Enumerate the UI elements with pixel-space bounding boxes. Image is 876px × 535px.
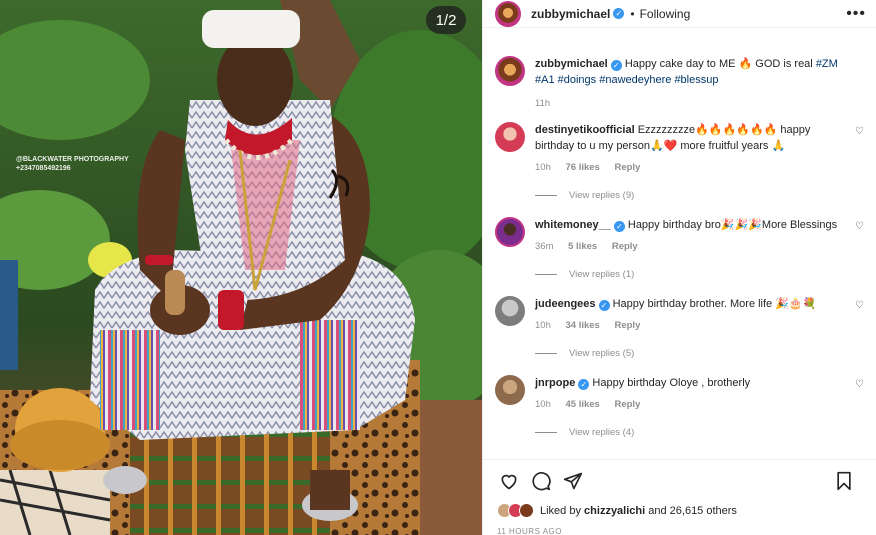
comment-username[interactable]: jnrpope	[535, 377, 575, 389]
view-replies[interactable]: View replies (9)	[535, 190, 864, 201]
comment-time: 36m	[535, 241, 554, 252]
view-replies[interactable]: View replies (5)	[535, 348, 864, 359]
comments-list[interactable]: zubbymichael ✓ Happy cake day to ME 🔥 GOD…	[483, 44, 876, 458]
comment-like-heart-icon[interactable]: ♡	[855, 300, 864, 311]
caption-text: Happy cake day to ME 🔥 GOD is real	[624, 58, 813, 70]
photo-illustration	[0, 0, 482, 535]
verified-badge-icon: ✓	[610, 60, 622, 71]
comment-likes[interactable]: 76 likes	[566, 162, 600, 173]
verified-badge-icon: ✓	[613, 221, 625, 232]
comment-item: destinyetikoofficial Ezzzzzzzze🔥🔥🔥🔥🔥🔥 ha…	[495, 122, 864, 176]
comment-likes[interactable]: 5 likes	[568, 241, 597, 252]
watermark-line1: @BLACKWATER PHOTOGRAPHY	[16, 156, 129, 163]
caption: zubbymichael ✓ Happy cake day to ME 🔥 GOD…	[495, 56, 864, 112]
view-replies-label[interactable]: View replies (9)	[569, 190, 634, 201]
replies-line	[535, 274, 557, 275]
comment-time: 10h	[535, 162, 551, 173]
separator-dot: •	[630, 6, 635, 21]
comment-icon[interactable]	[529, 469, 553, 493]
liked-by: Liked by chizzyalichi and 26,615 others	[497, 503, 737, 518]
comment-like-heart-icon[interactable]: ♡	[855, 221, 864, 232]
view-replies-label[interactable]: View replies (4)	[569, 427, 634, 438]
comment-item: judeengees ✓ Happy birthday brother. More…	[495, 296, 864, 334]
comment-like-heart-icon[interactable]: ♡	[855, 379, 864, 390]
comment-meta: 36m 5 likes Reply	[535, 239, 845, 255]
verified-badge-icon: ✓	[598, 300, 610, 311]
comment-body: jnrpope ✓ Happy birthday Oloye , brotherl…	[535, 375, 845, 413]
view-replies-label[interactable]: View replies (5)	[569, 348, 634, 359]
liked-by-avatars	[497, 503, 534, 518]
comment-text: Happy birthday Oloye , brotherly	[592, 377, 751, 389]
commenter-avatar[interactable]	[495, 375, 525, 405]
commenter-avatar[interactable]	[495, 217, 525, 247]
comment-body: judeengees ✓ Happy birthday brother. More…	[535, 296, 845, 334]
comment-username[interactable]: whitemoney__	[535, 219, 611, 231]
caption-time: 11h	[535, 98, 551, 109]
comment-body: whitemoney__ ✓ Happy birthday bro🎉🎉🎉More …	[535, 217, 845, 255]
share-icon[interactable]	[561, 469, 585, 493]
bookmark-icon[interactable]	[832, 469, 856, 493]
replies-line	[535, 195, 557, 196]
comment-likes[interactable]: 45 likes	[566, 399, 600, 410]
commenter-avatar[interactable]	[495, 296, 525, 326]
comment-username[interactable]: destinyetikoofficial	[535, 124, 635, 136]
more-options-icon[interactable]: •••	[846, 5, 866, 23]
caption-body: zubbymichael ✓ Happy cake day to ME 🔥 GOD…	[535, 56, 845, 112]
image-counter: 1/2	[426, 6, 466, 34]
image-watermark: @BLACKWATER PHOTOGRAPHY +2347085492196	[16, 155, 129, 173]
reply-button[interactable]: Reply	[614, 320, 640, 331]
liked-by-user[interactable]: chizzyalichi	[584, 505, 645, 517]
verified-badge-icon: ✓	[578, 379, 590, 390]
caption-username[interactable]: zubbymichael	[535, 58, 608, 70]
caption-avatar[interactable]	[495, 56, 525, 86]
liked-by-prefix: Liked by	[540, 504, 581, 517]
following-button[interactable]: Following	[640, 7, 691, 21]
comment-like-heart-icon[interactable]: ♡	[855, 126, 864, 137]
liker-avatar	[519, 503, 534, 518]
replies-line	[535, 353, 557, 354]
caption-meta: 11h	[535, 96, 845, 112]
comment-meta: 10h 34 likes Reply	[535, 318, 845, 334]
comment-text: Happy birthday bro🎉🎉🎉More Blessings	[627, 219, 838, 231]
post-actions-bar	[483, 459, 876, 501]
comment-item: whitemoney__ ✓ Happy birthday bro🎉🎉🎉More …	[495, 217, 864, 255]
verified-badge-icon: ✓	[613, 8, 625, 19]
post-header: zubbymichael ✓ • Following •••	[483, 0, 876, 28]
view-replies[interactable]: View replies (1)	[535, 269, 864, 280]
view-replies[interactable]: View replies (4)	[535, 427, 864, 438]
comment-text: Happy birthday brother. More life 🎉🎂💐	[612, 298, 817, 310]
view-replies-label[interactable]: View replies (1)	[569, 269, 634, 280]
author-avatar[interactable]	[495, 0, 521, 27]
comment-time: 10h	[535, 320, 551, 331]
comment-time: 10h	[535, 399, 551, 410]
comment-meta: 10h 45 likes Reply	[535, 397, 845, 413]
post-image[interactable]: @BLACKWATER PHOTOGRAPHY +2347085492196 1…	[0, 0, 482, 535]
comment-likes[interactable]: 34 likes	[566, 320, 600, 331]
post-time-ago: 11 HOURS AGO	[497, 527, 562, 535]
comment-meta: 10h 76 likes Reply	[535, 160, 845, 176]
comment-username[interactable]: judeengees	[535, 298, 596, 310]
post-side-panel: zubbymichael ✓ • Following ••• zubbymich…	[482, 0, 876, 535]
replies-line	[535, 432, 557, 433]
reply-button[interactable]: Reply	[612, 241, 638, 252]
reply-button[interactable]: Reply	[614, 162, 640, 173]
author-username[interactable]: zubbymichael	[531, 7, 610, 21]
comment-body: destinyetikoofficial Ezzzzzzzze🔥🔥🔥🔥🔥🔥 ha…	[535, 122, 845, 176]
heart-icon[interactable]	[497, 469, 521, 493]
liked-by-suffix[interactable]: and 26,615 others	[648, 505, 737, 517]
comment-item: jnrpope ✓ Happy birthday Oloye , brotherl…	[495, 375, 864, 413]
commenter-avatar[interactable]	[495, 122, 525, 152]
reply-button[interactable]: Reply	[614, 399, 640, 410]
watermark-line2: +2347085492196	[16, 165, 71, 172]
